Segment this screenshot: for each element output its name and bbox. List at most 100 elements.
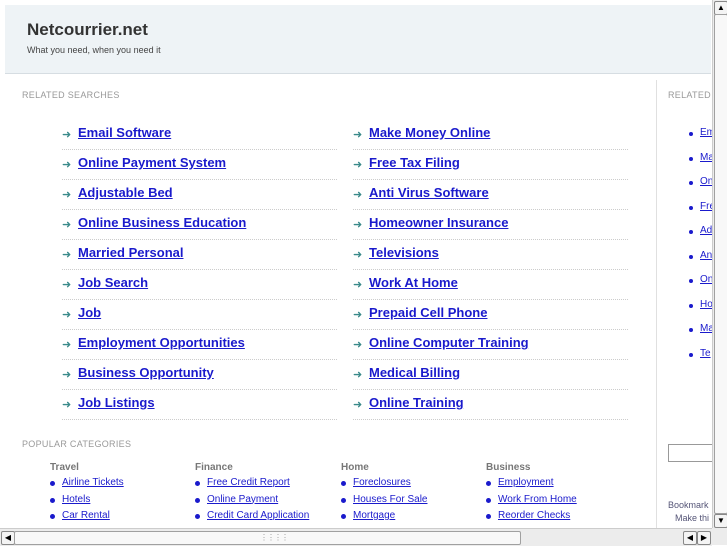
bullet-icon xyxy=(689,328,693,332)
arrow-icon: ➜ xyxy=(62,369,72,381)
bullet-icon xyxy=(689,254,693,259)
arrow-icon: ➜ xyxy=(353,399,363,411)
sidebar-search-input[interactable] xyxy=(668,444,712,462)
site-tagline: What you need, when you need it xyxy=(27,45,161,55)
related-search-item: ➜ Adjustable Bed xyxy=(62,180,337,210)
sidebar-related-link[interactable]: Ma xyxy=(700,323,712,334)
category-link[interactable]: Employment xyxy=(486,477,626,494)
scrollbar-corner xyxy=(712,528,727,545)
bookmark-link[interactable]: Bookmark xyxy=(668,500,709,510)
sidebar-related-link[interactable]: Ho xyxy=(700,299,712,310)
category-link[interactable]: Mortgage xyxy=(341,510,481,527)
category-link[interactable]: Airline Tickets xyxy=(50,477,190,494)
bullet-icon xyxy=(689,205,693,210)
related-search-link[interactable]: Homeowner Insurance xyxy=(369,215,508,230)
sidebar-related-link[interactable]: Ant xyxy=(700,250,712,261)
site-header: Netcourrier.net What you need, when you … xyxy=(5,5,711,74)
arrow-icon: ➜ xyxy=(62,129,72,141)
bullet-icon xyxy=(689,156,693,161)
related-search-link[interactable]: Online Computer Training xyxy=(369,335,529,350)
related-search-item: ➜ Medical Billing xyxy=(353,360,628,390)
site-title[interactable]: Netcourrier.net xyxy=(27,20,148,40)
category-link-label: Free Credit Report xyxy=(207,477,290,488)
related-search-link[interactable]: Job Search xyxy=(78,275,148,290)
arrow-icon: ➜ xyxy=(353,159,363,171)
related-search-link[interactable]: Online Training xyxy=(369,395,464,410)
category-column: Business Employment Work From Home Reorder … xyxy=(486,462,626,527)
arrow-icon: ➜ xyxy=(62,279,72,291)
category-link[interactable]: Foreclosures xyxy=(341,477,481,494)
related-searches-left-column: ➜ Email Software ➜ Online Payment System ➜ Ad… xyxy=(62,120,337,420)
arrow-icon: ➜ xyxy=(353,189,363,201)
category-link[interactable]: Hotels xyxy=(50,494,190,511)
bullet-icon xyxy=(195,481,200,486)
related-search-link[interactable]: Free Tax Filing xyxy=(369,155,460,170)
sidebar-related-link[interactable]: Fre xyxy=(700,201,712,212)
arrow-icon: ➜ xyxy=(62,219,72,231)
vertical-scrollbar[interactable]: ▲ ▼ xyxy=(712,0,727,528)
related-search-link[interactable]: Make Money Online xyxy=(369,125,490,140)
bullet-icon xyxy=(486,514,491,519)
make-homepage-link[interactable]: Make thi xyxy=(675,513,709,523)
related-search-link[interactable]: Work At Home xyxy=(369,275,458,290)
related-search-link[interactable]: Online Business Education xyxy=(78,215,246,230)
related-search-link[interactable]: Prepaid Cell Phone xyxy=(369,305,487,320)
related-search-link[interactable]: Adjustable Bed xyxy=(78,185,173,200)
vertical-scroll-thumb[interactable] xyxy=(714,14,727,514)
category-link[interactable]: Free Credit Report xyxy=(195,477,335,494)
category-link-label: Employment xyxy=(498,477,554,488)
sidebar-related-link[interactable]: Ma xyxy=(700,152,712,163)
bullet-icon xyxy=(50,497,55,503)
arrow-icon: ➜ xyxy=(62,159,72,171)
arrow-icon: ➜ xyxy=(62,339,72,351)
scroll-right-icon[interactable]: ▶ xyxy=(697,531,711,545)
scroll-down-icon[interactable]: ▼ xyxy=(714,514,727,528)
related-search-link[interactable]: Email Software xyxy=(78,125,171,140)
related-searches-label: RELATED SEARCHES xyxy=(22,90,120,100)
related-search-link[interactable]: Anti Virus Software xyxy=(369,185,489,200)
scroll-up-icon[interactable]: ▲ xyxy=(714,1,727,15)
related-search-item: ➜ Make Money Online xyxy=(353,120,628,150)
arrow-icon: ➜ xyxy=(353,309,363,321)
bullet-icon xyxy=(50,514,55,519)
related-search-link[interactable]: Business Opportunity xyxy=(78,365,214,380)
category-link[interactable]: Reorder Checks xyxy=(486,510,626,527)
category-heading: Home xyxy=(341,462,369,473)
scroll-left-icon[interactable]: ◀ xyxy=(1,531,15,545)
category-link-label: Hotels xyxy=(62,493,91,505)
category-link[interactable]: Car Rental xyxy=(50,510,190,527)
horizontal-scrollbar[interactable]: ◀ ⋮⋮⋮⋮ ◀ ▶ xyxy=(0,528,712,546)
bullet-icon xyxy=(689,230,693,234)
category-link[interactable]: Credit Card Application xyxy=(195,510,335,527)
category-link[interactable]: Work From Home xyxy=(486,494,626,511)
related-search-link[interactable]: Employment Opportunities xyxy=(78,335,245,350)
related-search-link[interactable]: Televisions xyxy=(369,245,439,260)
category-column: Travel Airline Tickets Hotels Car Rental xyxy=(50,462,190,527)
grip-icon: ⋮⋮⋮⋮ xyxy=(260,533,289,542)
related-search-link[interactable]: Job xyxy=(78,305,101,320)
arrow-icon: ➜ xyxy=(353,279,363,291)
sidebar-related-link[interactable]: On xyxy=(700,274,712,285)
category-link[interactable]: Houses For Sale xyxy=(341,494,481,511)
related-search-link[interactable]: Job Listings xyxy=(78,395,155,410)
sidebar-related-link[interactable]: Ad xyxy=(700,225,712,236)
sidebar-related-link[interactable]: On xyxy=(700,176,712,187)
related-search-link[interactable]: Married Personal xyxy=(78,245,184,260)
scroll-left-icon-2[interactable]: ◀ xyxy=(683,531,697,545)
sidebar-related-link[interactable]: Em xyxy=(700,127,712,138)
related-search-link[interactable]: Medical Billing xyxy=(369,365,460,380)
category-heading: Travel xyxy=(50,462,79,473)
sidebar-related-link[interactable]: Te xyxy=(700,348,711,359)
popular-categories-label: POPULAR CATEGORIES xyxy=(22,439,132,449)
arrow-icon: ➜ xyxy=(62,249,72,261)
related-search-item: ➜ Homeowner Insurance xyxy=(353,210,628,240)
related-search-link[interactable]: Online Payment System xyxy=(78,155,226,170)
category-column: Finance Free Credit Report Online Payment C… xyxy=(195,462,335,527)
arrow-icon: ➜ xyxy=(353,219,363,231)
category-link[interactable]: Online Payment xyxy=(195,494,335,511)
related-search-item: ➜ Online Business Education xyxy=(62,210,337,240)
category-link-label: Houses For Sale xyxy=(353,493,428,505)
category-link-label: Reorder Checks xyxy=(498,510,571,521)
related-search-item: ➜ Televisions xyxy=(353,240,628,270)
horizontal-scroll-thumb[interactable]: ⋮⋮⋮⋮ xyxy=(14,531,521,545)
